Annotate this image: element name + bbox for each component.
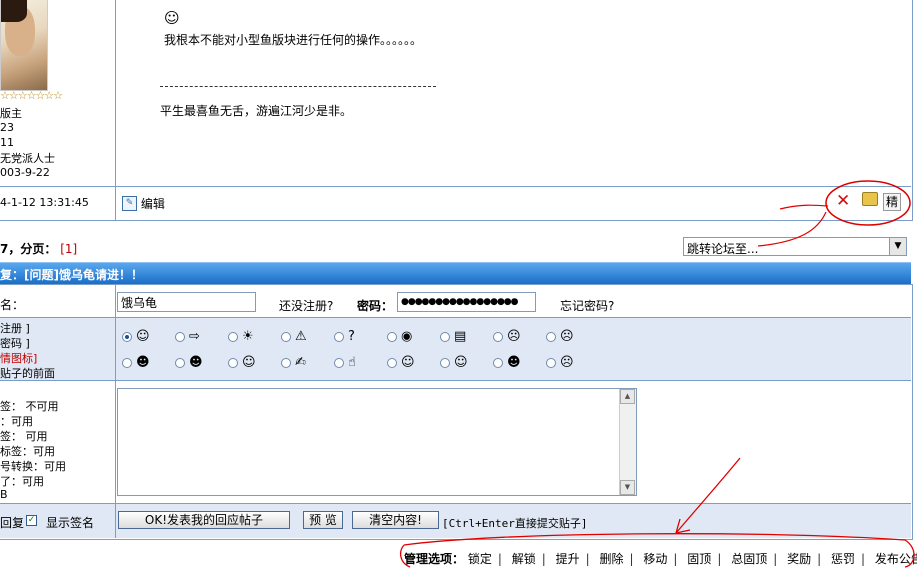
annotation-arrow-top — [757, 204, 829, 247]
annotation-arrow-bottom — [675, 457, 741, 534]
annotation-overlay — [399, 180, 915, 568]
annotation-circle-top — [825, 180, 911, 226]
annotation-circle-bottom — [399, 533, 915, 568]
